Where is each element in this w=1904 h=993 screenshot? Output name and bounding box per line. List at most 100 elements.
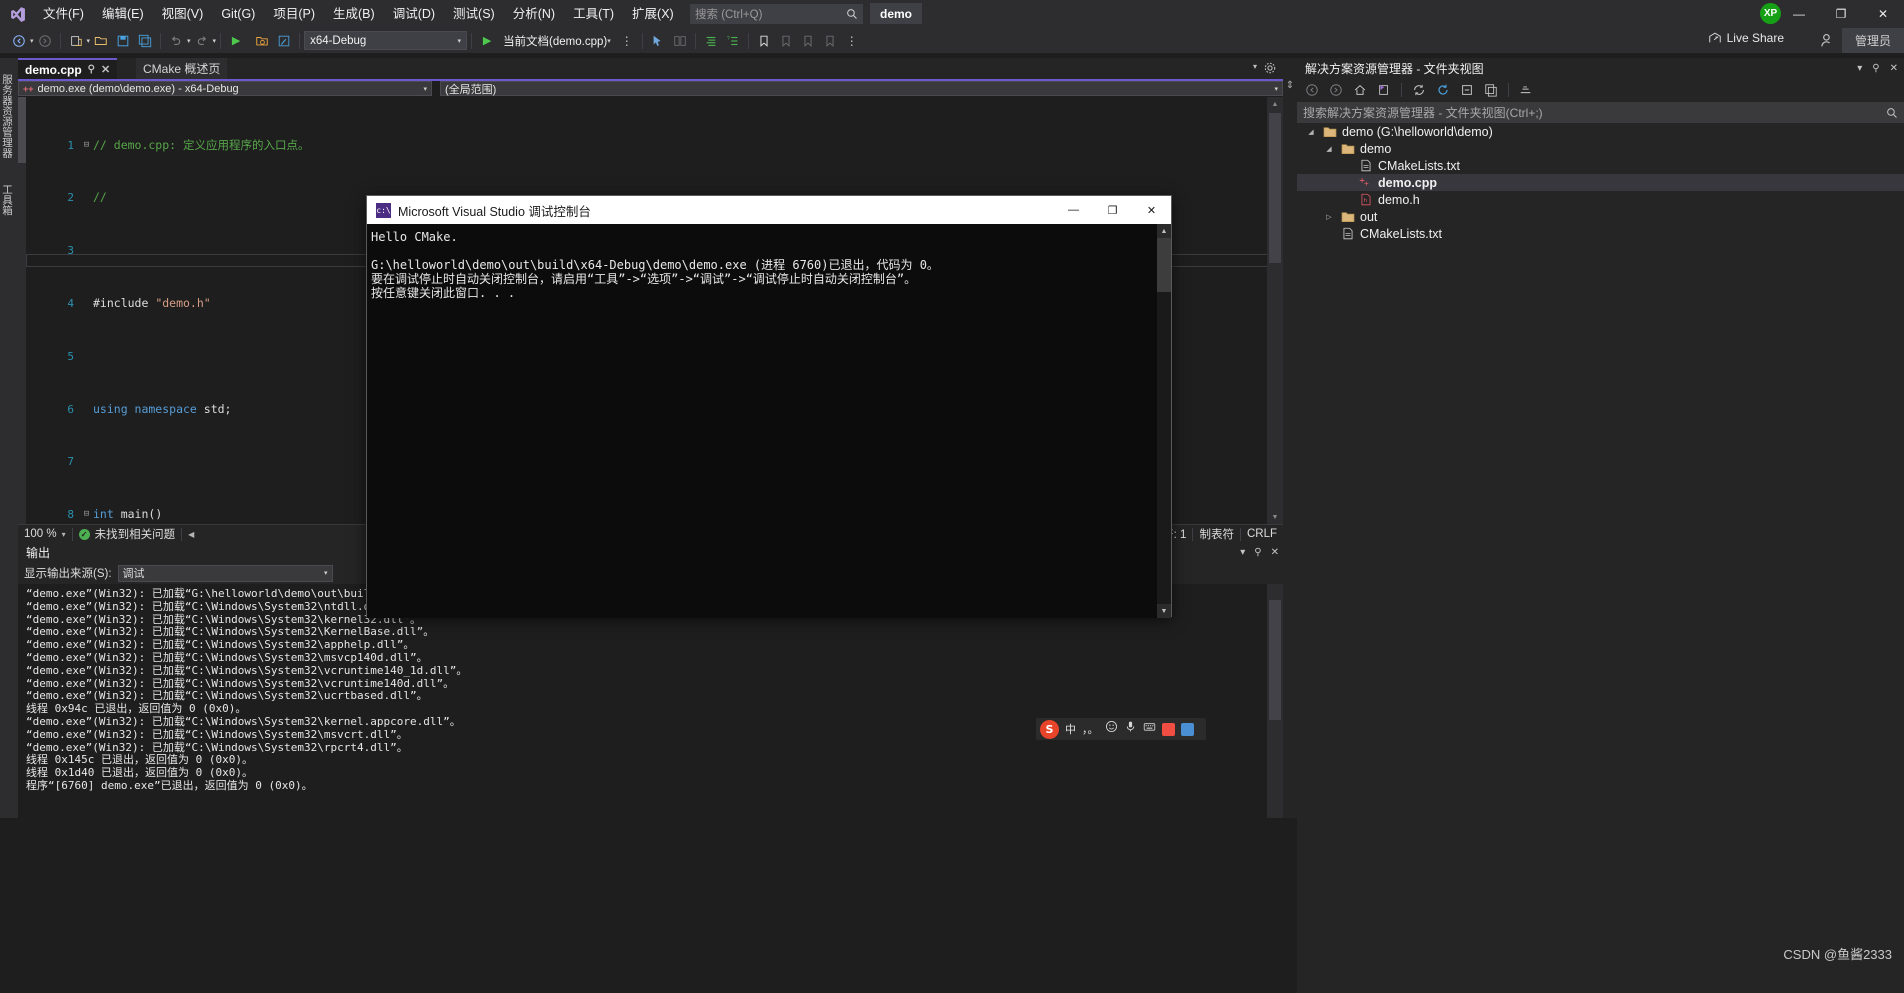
menu-build[interactable]: 生成(B) <box>324 0 384 28</box>
fold-toggle-icon[interactable]: ⊟ <box>80 508 93 521</box>
menu-extensions[interactable]: 扩展(X) <box>623 0 683 28</box>
window-maximize-button[interactable]: ❐ <box>1820 0 1862 28</box>
solution-name-chip[interactable]: demo <box>870 3 923 24</box>
comment-lines-icon[interactable]: ? <box>722 30 744 52</box>
toggle-bookmark-icon[interactable] <box>753 30 775 52</box>
editor-vertical-scrollbar[interactable]: ▲ ▼ <box>1267 97 1283 524</box>
build-folder-icon[interactable] <box>251 30 273 52</box>
tab-toolbox[interactable]: 工具箱 <box>0 178 18 222</box>
ime-floating-toolbar[interactable]: S 中 ，。 <box>1036 718 1206 740</box>
scrollbar-thumb[interactable] <box>1269 600 1281 720</box>
scroll-up-icon[interactable]: ▲ <box>1157 224 1171 238</box>
compare-files-icon[interactable] <box>669 30 691 52</box>
solution-explorer-search-input[interactable]: 搜索解决方案资源管理器 - 文件夹视图(Ctrl+;) <box>1297 102 1904 123</box>
output-dropdown-icon[interactable]: ▾ <box>1240 547 1245 558</box>
collapse-all-icon[interactable] <box>1456 80 1478 100</box>
tree-item-out[interactable]: ▷ out <box>1297 208 1904 225</box>
home-icon[interactable] <box>1349 80 1371 100</box>
smiley-icon[interactable] <box>1105 720 1118 738</box>
menu-view[interactable]: 视图(V) <box>153 0 213 28</box>
gift-icon[interactable] <box>1161 722 1175 736</box>
ime-punctuation-label[interactable]: ，。 <box>1082 721 1099 737</box>
issues-indicator[interactable]: ✓ 未找到相关问题 <box>73 525 182 544</box>
issues-nav-left-icon[interactable]: ◀ <box>182 525 200 544</box>
console-minimize-button[interactable]: — <box>1054 196 1093 224</box>
se-pin-icon[interactable]: ⚲ <box>1872 63 1879 74</box>
indent-lines-icon[interactable] <box>700 30 722 52</box>
redo-icon[interactable] <box>191 30 213 52</box>
new-project-icon[interactable] <box>65 30 87 52</box>
window-minimize-button[interactable]: — <box>1778 0 1820 28</box>
tree-item-cmakelists-root[interactable]: CMakeLists.txt <box>1297 225 1904 242</box>
toolbar-overflow-icon[interactable]: ⋮ <box>616 30 638 52</box>
tree-item-demo-h[interactable]: h demo.h <box>1297 191 1904 208</box>
start-debug-triangle-icon[interactable]: ▶ <box>476 30 498 52</box>
ime-mode-label[interactable]: 中 <box>1065 721 1076 737</box>
console-maximize-button[interactable]: ❐ <box>1093 196 1132 224</box>
tab-demo-cpp[interactable]: demo.cpp ⚲ ✕ <box>18 58 118 79</box>
tabs-indicator[interactable]: 制表符 <box>1193 525 1240 544</box>
next-bookmark-icon[interactable] <box>797 30 819 52</box>
twisty-icon[interactable]: ◢ <box>1323 145 1335 153</box>
zoom-dropdown[interactable]: 100 % ▾ <box>18 525 72 544</box>
sogou-logo-icon[interactable]: S <box>1040 719 1059 739</box>
sync-icon[interactable] <box>1408 80 1430 100</box>
twisty-icon[interactable]: ◢ <box>1305 128 1317 136</box>
keyboard-icon[interactable] <box>1143 720 1156 738</box>
toolbar-overflow2-icon[interactable]: ⋮ <box>841 30 863 52</box>
output-pin-icon[interactable]: ⚲ <box>1254 547 1261 558</box>
menu-analyze[interactable]: 分析(N) <box>504 0 564 28</box>
fold-toggle-icon[interactable]: ⊟ <box>80 139 93 152</box>
menu-debug[interactable]: 调试(D) <box>384 0 444 28</box>
menu-git[interactable]: Git(G) <box>212 0 264 28</box>
se-dropdown-icon[interactable]: ▾ <box>1857 63 1862 74</box>
navigate-forward-icon[interactable] <box>34 30 56 52</box>
scroll-down-icon[interactable]: ▼ <box>1157 604 1171 618</box>
tree-item-demo-root[interactable]: ◢ demo (G:\helloworld\demo) <box>1297 123 1904 140</box>
refresh-icon[interactable] <box>1432 80 1454 100</box>
forward-arrow-icon[interactable] <box>1325 80 1347 100</box>
window-close-button[interactable]: ✕ <box>1862 0 1904 28</box>
tab-cmake-overview[interactable]: CMake 概述页 <box>136 58 228 79</box>
output-vertical-scrollbar[interactable] <box>1267 584 1283 818</box>
tree-item-cmakelists-inner[interactable]: CMakeLists.txt <box>1297 157 1904 174</box>
tree-item-demo-sub[interactable]: ◢ demo <box>1297 140 1904 157</box>
menu-tools[interactable]: 工具(T) <box>564 0 623 28</box>
menu-test[interactable]: 测试(S) <box>444 0 504 28</box>
redo-caret[interactable]: ▾ <box>213 37 217 45</box>
console-vertical-scrollbar[interactable]: ▲ ▼ <box>1157 224 1171 618</box>
startup-item-dropdown[interactable]: 当前文档(demo.cpp) ▾ <box>498 31 616 50</box>
select-pointer-icon[interactable] <box>647 30 669 52</box>
undo-icon[interactable] <box>165 30 187 52</box>
tree-item-demo-cpp[interactable]: + + demo.cpp <box>1297 174 1904 191</box>
save-icon[interactable] <box>112 30 134 52</box>
gear-icon[interactable] <box>1263 61 1277 75</box>
cmake-settings-icon[interactable] <box>273 30 295 52</box>
menu-project[interactable]: 项目(P) <box>264 0 324 28</box>
scroll-down-icon[interactable]: ▼ <box>1267 510 1283 524</box>
open-file-icon[interactable] <box>90 30 112 52</box>
close-icon[interactable]: ✕ <box>101 63 110 76</box>
se-close-icon[interactable]: ✕ <box>1890 63 1898 74</box>
project-scope-dropdown[interactable]: ++ demo.exe (demo\demo.exe) - x64-Debug … <box>18 81 432 96</box>
twisty-icon[interactable]: ▷ <box>1323 213 1335 221</box>
pin-icon[interactable]: ⚲ <box>88 64 95 75</box>
debug-console-window[interactable]: c:\ Microsoft Visual Studio 调试控制台 — ❐ ✕ … <box>366 195 1172 618</box>
properties-icon[interactable] <box>1515 80 1537 100</box>
show-all-files-icon[interactable] <box>1480 80 1502 100</box>
menu-edit[interactable]: 编辑(E) <box>93 0 153 28</box>
eol-indicator[interactable]: CRLF <box>1241 525 1283 544</box>
quick-search-input[interactable]: 搜索 (Ctrl+Q) <box>690 4 863 24</box>
menu-file[interactable]: 文件(F) <box>34 0 93 28</box>
output-close-icon[interactable]: ✕ <box>1271 547 1279 558</box>
grid-icon[interactable] <box>1180 722 1194 736</box>
scroll-up-icon[interactable]: ▲ <box>1267 97 1283 111</box>
tab-server-explorer[interactable]: 服务器资源管理器 <box>0 62 18 170</box>
clear-bookmarks-icon[interactable] <box>819 30 841 52</box>
configuration-dropdown[interactable]: x64-Debug ▾ <box>304 31 468 50</box>
prev-bookmark-icon[interactable] <box>775 30 797 52</box>
dock-splitter[interactable]: ⇕ <box>1283 58 1297 818</box>
switch-views-icon[interactable] <box>1373 80 1395 100</box>
scrollbar-thumb[interactable] <box>1157 238 1171 292</box>
run-triangle-icon[interactable]: ▶ <box>225 30 247 52</box>
